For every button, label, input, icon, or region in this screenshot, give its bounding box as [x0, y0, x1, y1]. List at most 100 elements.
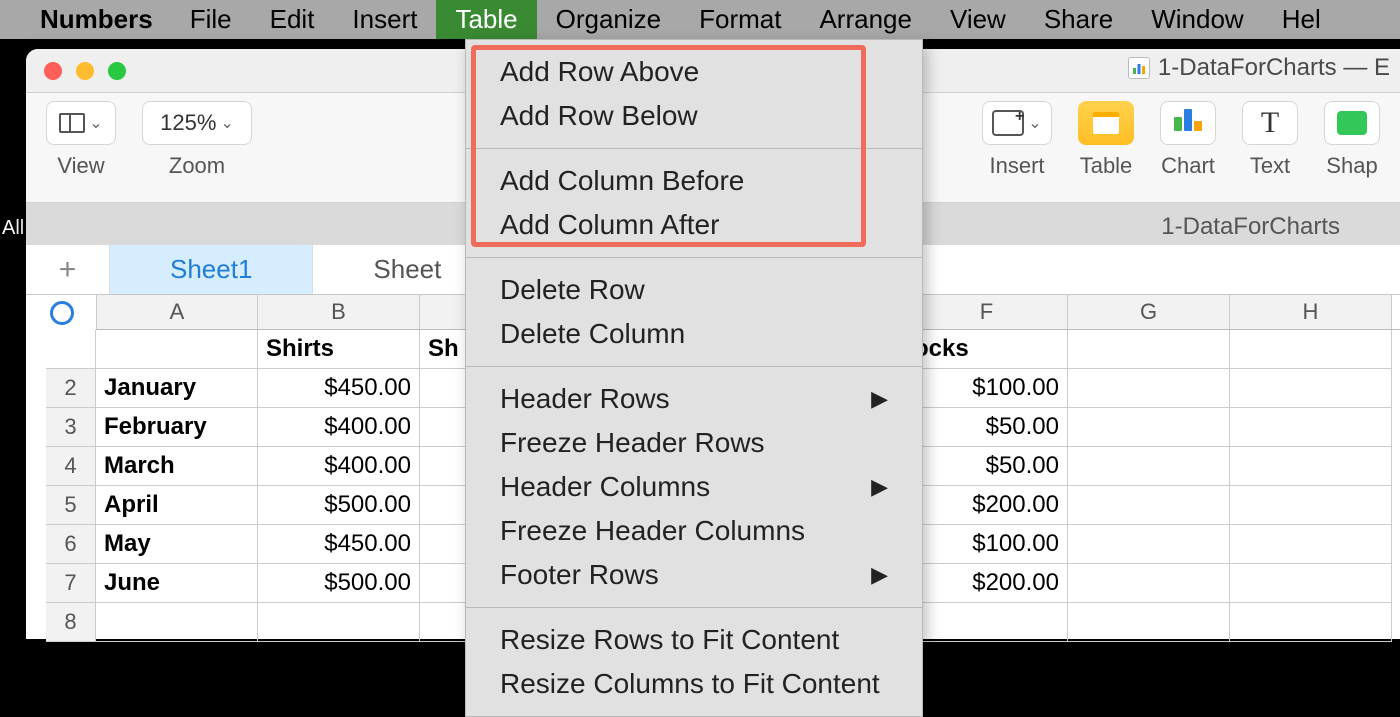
row-8[interactable]: 8 — [46, 603, 96, 642]
menu-format[interactable]: Format — [680, 0, 800, 39]
row-6[interactable]: 6 — [46, 525, 96, 564]
view-button[interactable]: ⌄ — [46, 101, 116, 145]
text-button[interactable]: T — [1242, 101, 1298, 145]
col-F[interactable]: F — [906, 295, 1068, 329]
cell[interactable]: $100.00 — [906, 525, 1068, 564]
cell[interactable] — [1068, 603, 1230, 642]
left-black-strip: All — [0, 0, 26, 639]
row-3[interactable]: 3 — [46, 408, 96, 447]
menu-add-row-below[interactable]: Add Row Below — [466, 94, 922, 138]
col-B[interactable]: B — [258, 295, 420, 329]
menu-resize-columns[interactable]: Resize Columns to Fit Content — [466, 662, 922, 706]
row-5[interactable]: 5 — [46, 486, 96, 525]
col-H[interactable]: H — [1230, 295, 1392, 329]
cell[interactable] — [1230, 408, 1392, 447]
menu-delete-column[interactable]: Delete Column — [466, 312, 922, 356]
cell[interactable] — [1068, 525, 1230, 564]
cell[interactable]: $50.00 — [906, 447, 1068, 486]
cell[interactable] — [906, 603, 1068, 642]
close-icon[interactable] — [44, 62, 62, 80]
cell[interactable] — [258, 603, 420, 642]
cell[interactable]: $500.00 — [258, 486, 420, 525]
menu-edit[interactable]: Edit — [251, 0, 334, 39]
cell[interactable] — [1230, 603, 1392, 642]
cell[interactable] — [1230, 330, 1392, 369]
menu-footer-rows[interactable]: Footer Rows▶ — [466, 553, 922, 597]
sidebar-icon — [59, 113, 85, 133]
cell[interactable] — [1068, 564, 1230, 603]
cell[interactable] — [1230, 486, 1392, 525]
insert-button[interactable]: ⌄ — [982, 101, 1052, 145]
cell[interactable]: $450.00 — [258, 525, 420, 564]
menu-add-column-before[interactable]: Add Column Before — [466, 159, 922, 203]
cell[interactable] — [1230, 564, 1392, 603]
menu-insert[interactable]: Insert — [333, 0, 436, 39]
app-name[interactable]: Numbers — [0, 4, 171, 35]
cell[interactable]: $400.00 — [258, 408, 420, 447]
zoom-button[interactable]: 125%⌄ — [142, 101, 252, 145]
cell[interactable]: March — [96, 447, 258, 486]
cell[interactable]: ocks — [906, 330, 1068, 369]
row-4[interactable]: 4 — [46, 447, 96, 486]
cell[interactable]: January — [96, 369, 258, 408]
menu-view[interactable]: View — [931, 0, 1025, 39]
menu-header-rows[interactable]: Header Rows▶ — [466, 377, 922, 421]
menu-window[interactable]: Window — [1132, 0, 1262, 39]
cell[interactable] — [1068, 408, 1230, 447]
toolbar-table-group: Table — [1078, 101, 1134, 179]
menu-table[interactable]: Table — [436, 0, 536, 39]
toolbar-shape-group: Shap — [1324, 101, 1380, 179]
cell[interactable] — [1068, 447, 1230, 486]
menu-arrange[interactable]: Arrange — [800, 0, 931, 39]
cell[interactable]: April — [96, 486, 258, 525]
cell[interactable]: Shirts — [258, 330, 420, 369]
cell[interactable]: May — [96, 525, 258, 564]
menu-file[interactable]: File — [171, 0, 251, 39]
menu-add-column-after[interactable]: Add Column After — [466, 203, 922, 247]
cell[interactable] — [96, 330, 258, 369]
cell[interactable] — [1230, 369, 1392, 408]
minimize-icon[interactable] — [76, 62, 94, 80]
table-button[interactable] — [1078, 101, 1134, 145]
shape-label: Shap — [1326, 153, 1377, 179]
menu-freeze-header-rows[interactable]: Freeze Header Rows — [466, 421, 922, 465]
cell[interactable]: $450.00 — [258, 369, 420, 408]
cell[interactable] — [1068, 330, 1230, 369]
fullscreen-icon[interactable] — [108, 62, 126, 80]
cell[interactable] — [1068, 486, 1230, 525]
cell[interactable]: $50.00 — [906, 408, 1068, 447]
col-G[interactable]: G — [1068, 295, 1230, 329]
cell[interactable]: $100.00 — [906, 369, 1068, 408]
menu-freeze-header-columns[interactable]: Freeze Header Columns — [466, 509, 922, 553]
cell[interactable]: February — [96, 408, 258, 447]
cell[interactable] — [1230, 525, 1392, 564]
cell[interactable]: $200.00 — [906, 564, 1068, 603]
menu-organize[interactable]: Organize — [537, 0, 681, 39]
col-A[interactable]: A — [96, 295, 258, 329]
cell[interactable]: June — [96, 564, 258, 603]
menu-delete-row[interactable]: Delete Row — [466, 268, 922, 312]
tab-sheet1[interactable]: Sheet1 — [110, 245, 313, 294]
text-icon: T — [1261, 106, 1279, 140]
add-sheet-button[interactable]: + — [26, 245, 110, 294]
row-7[interactable]: 7 — [46, 564, 96, 603]
menu-share[interactable]: Share — [1025, 0, 1132, 39]
submenu-arrow-icon: ▶ — [871, 562, 888, 588]
table-handle-icon[interactable] — [50, 301, 74, 325]
cell[interactable]: $500.00 — [258, 564, 420, 603]
cell[interactable]: $400.00 — [258, 447, 420, 486]
shape-button[interactable] — [1324, 101, 1380, 145]
menu-help[interactable]: Hel — [1263, 0, 1340, 39]
chart-button[interactable] — [1160, 101, 1216, 145]
cell[interactable] — [96, 603, 258, 642]
menu-header-columns[interactable]: Header Columns▶ — [466, 465, 922, 509]
cell[interactable]: $200.00 — [906, 486, 1068, 525]
row-2[interactable]: 2 — [46, 369, 96, 408]
cell[interactable] — [1068, 369, 1230, 408]
cell[interactable] — [1230, 447, 1392, 486]
shape-icon — [1337, 111, 1367, 135]
chart-doc-icon — [1128, 57, 1150, 79]
menu-resize-rows[interactable]: Resize Rows to Fit Content — [466, 618, 922, 662]
table-menu-dropdown: Add Row Above Add Row Below Add Column B… — [465, 39, 923, 717]
menu-add-row-above[interactable]: Add Row Above — [466, 50, 922, 94]
